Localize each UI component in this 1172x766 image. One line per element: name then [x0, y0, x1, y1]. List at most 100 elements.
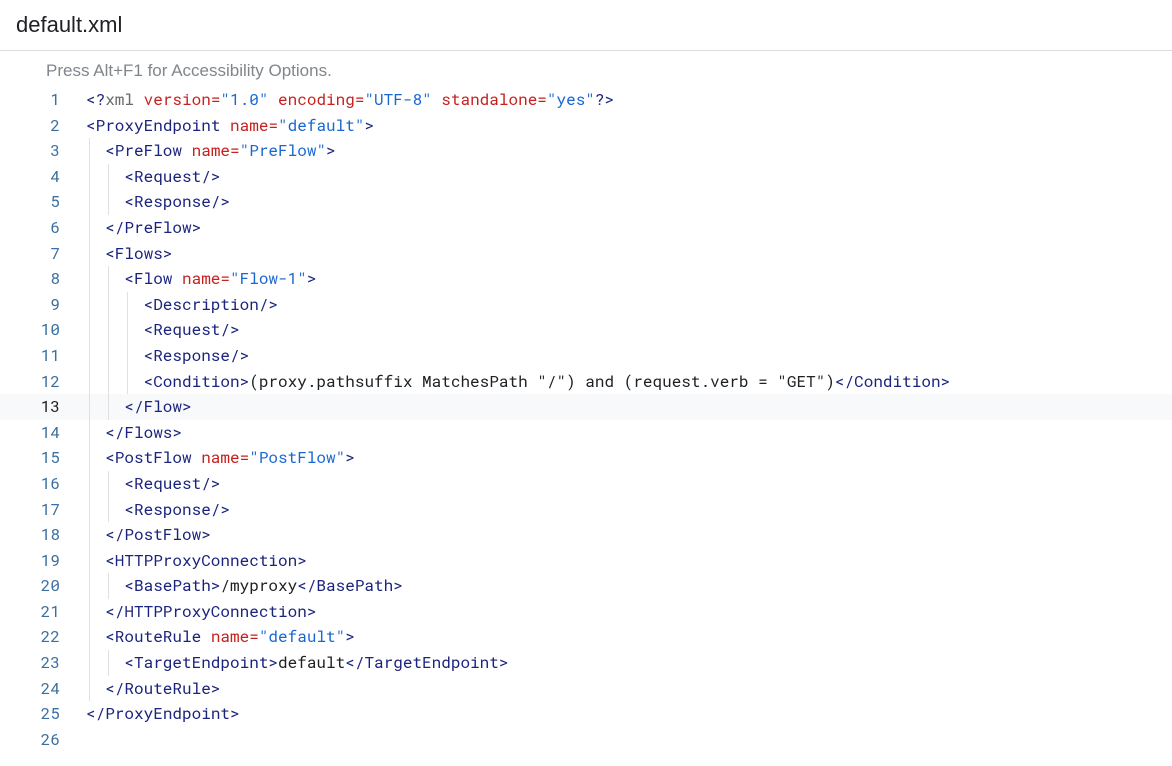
line-number: 1: [0, 87, 86, 113]
code-token: >: [326, 140, 336, 161]
code-line[interactable]: 25</ProxyEndpoint>: [0, 701, 1172, 727]
line-number: 6: [0, 215, 86, 241]
code-line[interactable]: 11<Response/>: [0, 343, 1172, 369]
line-number: 2: [0, 113, 86, 139]
code-area[interactable]: 1<?xml version="1.0" encoding="UTF-8" st…: [0, 87, 1172, 752]
code-line[interactable]: 2<ProxyEndpoint name="default">: [0, 113, 1172, 139]
line-number: 16: [0, 471, 86, 497]
code-content[interactable]: <ProxyEndpoint name="default">: [86, 113, 374, 139]
code-line[interactable]: 9<Description/>: [0, 292, 1172, 318]
code-line[interactable]: 19 <HTTPProxyConnection>: [0, 548, 1172, 574]
line-number: 23: [0, 650, 86, 676]
code-content[interactable]: <RouteRule name="default">: [86, 624, 355, 650]
code-token: </Condition>: [835, 371, 950, 392]
code-token: "default": [259, 626, 345, 647]
code-token: "Flow-1": [230, 268, 307, 289]
code-content[interactable]: <PostFlow name="PostFlow">: [86, 445, 355, 471]
code-content[interactable]: <Flows>: [86, 241, 172, 267]
code-content[interactable]: <BasePath>/myproxy</BasePath>: [86, 573, 403, 599]
code-token: default: [278, 652, 345, 673]
code-token: <Request/>: [144, 319, 240, 340]
code-editor[interactable]: Press Alt+F1 for Accessibility Options. …: [0, 50, 1172, 752]
code-token: <Flow: [124, 268, 182, 289]
code-token: <Response/>: [144, 345, 250, 366]
code-line[interactable]: 1<?xml version="1.0" encoding="UTF-8" st…: [0, 87, 1172, 113]
code-content[interactable]: <PreFlow name="PreFlow">: [86, 138, 336, 164]
code-line[interactable]: 7<Flows>: [0, 241, 1172, 267]
code-line[interactable]: 12<Condition>(proxy.pathsuffix MatchesPa…: [0, 369, 1172, 395]
code-line[interactable]: 22<RouteRule name="default">: [0, 624, 1172, 650]
code-token: name=: [211, 626, 259, 647]
code-line[interactable]: 14</Flows>: [0, 420, 1172, 446]
code-token: <Request/>: [124, 473, 220, 494]
code-content[interactable]: <TargetEndpoint>default</TargetEndpoint>: [86, 650, 508, 676]
code-line[interactable]: 21 </HTTPProxyConnection>: [0, 599, 1172, 625]
code-token: "PostFlow": [249, 447, 345, 468]
code-line[interactable]: 3<PreFlow name="PreFlow">: [0, 138, 1172, 164]
code-line[interactable]: 6</PreFlow>: [0, 215, 1172, 241]
code-content[interactable]: <Response/>: [86, 497, 230, 523]
code-line[interactable]: 17<Response/>: [0, 497, 1172, 523]
code-token: standalone=: [432, 89, 547, 110]
code-content[interactable]: <Description/>: [86, 292, 278, 318]
editor-header: default.xml: [0, 0, 1172, 50]
code-token: <Condition>: [144, 371, 250, 392]
line-number: 9: [0, 292, 86, 318]
code-line[interactable]: 26: [0, 727, 1172, 753]
code-content[interactable]: <HTTPProxyConnection>: [86, 548, 307, 574]
code-line[interactable]: 8<Flow name="Flow-1">: [0, 266, 1172, 292]
code-line[interactable]: 5 <Response/>: [0, 189, 1172, 215]
line-number: 21: [0, 599, 86, 625]
code-line[interactable]: 23<TargetEndpoint>default</TargetEndpoin…: [0, 650, 1172, 676]
code-token: (proxy.pathsuffix MatchesPath "/") and (…: [249, 371, 835, 392]
line-number: 5: [0, 189, 86, 215]
code-token: >: [307, 268, 317, 289]
code-token: <HTTPProxyConnection>: [105, 550, 307, 571]
code-content[interactable]: <?xml version="1.0" encoding="UTF-8" sta…: [86, 87, 614, 113]
code-line[interactable]: 16 <Request/>: [0, 471, 1172, 497]
line-number: 17: [0, 497, 86, 523]
code-line[interactable]: 13 </Flow>: [0, 394, 1172, 420]
line-number: 7: [0, 241, 86, 267]
file-name: default.xml: [16, 12, 122, 37]
code-token: ?>: [595, 89, 614, 110]
code-token: </TargetEndpoint>: [345, 652, 508, 673]
code-token: </PostFlow>: [105, 524, 211, 545]
code-content[interactable]: <Condition>(proxy.pathsuffix MatchesPath…: [86, 369, 950, 395]
code-line[interactable]: 24</RouteRule>: [0, 676, 1172, 702]
code-content[interactable]: <Response/>: [86, 343, 249, 369]
code-content[interactable]: </RouteRule>: [86, 676, 220, 702]
code-content[interactable]: <Flow name="Flow-1">: [86, 266, 316, 292]
code-content[interactable]: </PostFlow>: [86, 522, 211, 548]
code-token: name=: [182, 268, 230, 289]
line-number: 19: [0, 548, 86, 574]
line-number: 18: [0, 522, 86, 548]
code-token: </Flow>: [124, 396, 191, 417]
code-line[interactable]: 15<PostFlow name="PostFlow">: [0, 445, 1172, 471]
code-token: </BasePath>: [297, 575, 403, 596]
code-content[interactable]: </ProxyEndpoint>: [86, 701, 240, 727]
code-token: name=: [230, 115, 278, 136]
code-line[interactable]: 20<BasePath>/myproxy</BasePath>: [0, 573, 1172, 599]
code-content[interactable]: <Response/>: [86, 189, 230, 215]
line-number: 26: [0, 727, 86, 753]
code-token: </ProxyEndpoint>: [86, 703, 240, 724]
code-content[interactable]: </PreFlow>: [86, 215, 201, 241]
code-content[interactable]: <Request/>: [86, 164, 220, 190]
code-line[interactable]: 4<Request/>: [0, 164, 1172, 190]
code-token: </HTTPProxyConnection>: [105, 601, 316, 622]
line-number: 15: [0, 445, 86, 471]
code-line[interactable]: 18 </PostFlow>: [0, 522, 1172, 548]
code-token: <TargetEndpoint>: [124, 652, 278, 673]
code-content[interactable]: <Request/>: [86, 471, 220, 497]
code-line[interactable]: 10<Request/>: [0, 317, 1172, 343]
code-content[interactable]: </Flows>: [86, 420, 182, 446]
code-token: <Response/>: [124, 191, 230, 212]
code-content[interactable]: </Flow>: [86, 394, 192, 420]
code-token: >: [345, 447, 355, 468]
code-token: >: [345, 626, 355, 647]
code-content[interactable]: <Request/>: [86, 317, 240, 343]
line-number: 13: [0, 394, 86, 420]
code-content[interactable]: </HTTPProxyConnection>: [86, 599, 316, 625]
code-token: <Request/>: [124, 166, 220, 187]
